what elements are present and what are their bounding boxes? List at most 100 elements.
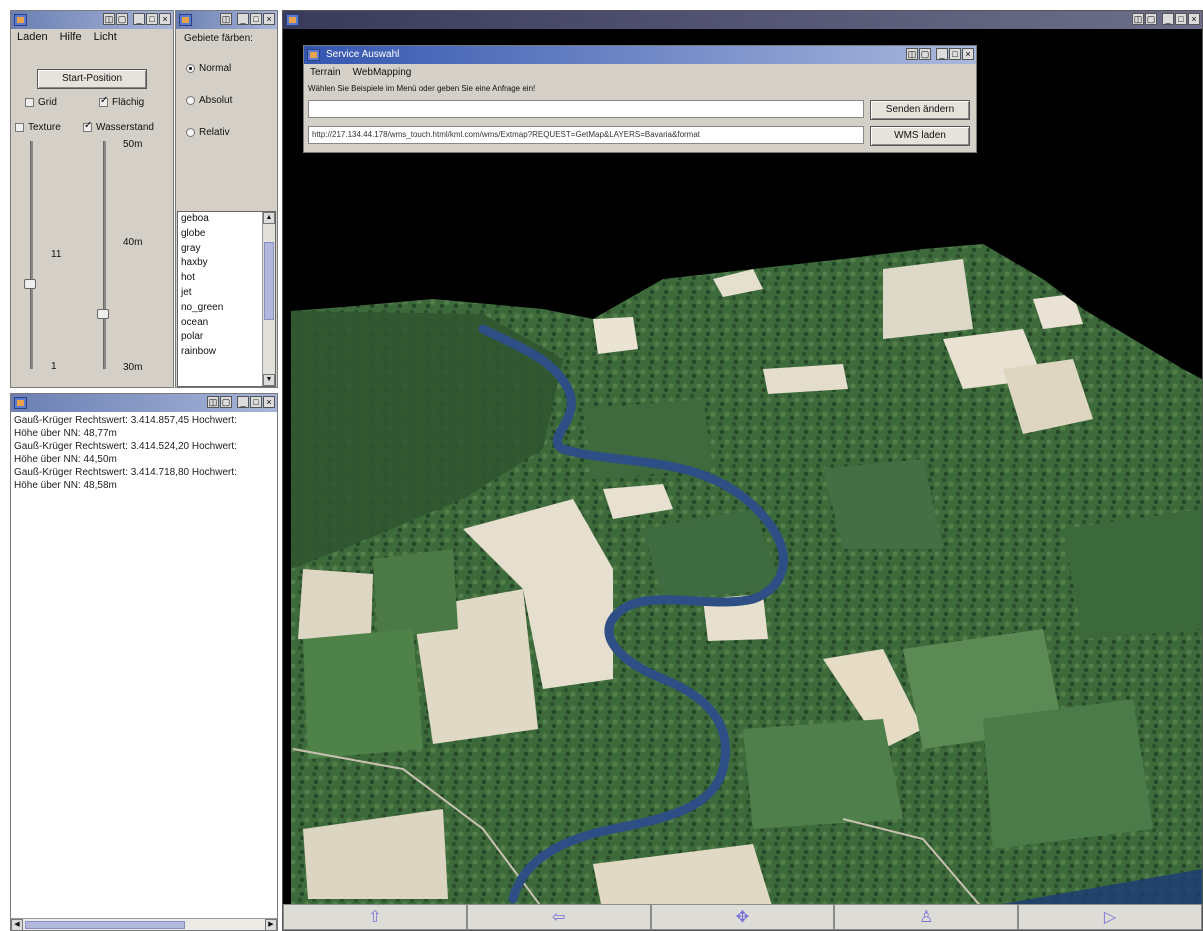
service-dialog-titlebar[interactable]: Service Auswahl ◫ ▢ _ □ × — [304, 46, 976, 64]
log-horizontal-scrollbar[interactable]: ◀ ▶ — [11, 918, 277, 931]
list-item[interactable]: globe — [178, 227, 275, 242]
coloring-heading: Gebiete färben: — [184, 33, 253, 44]
nav-up-button[interactable]: ♙ — [834, 904, 1019, 930]
list-item[interactable]: hot — [178, 271, 275, 286]
maximize-icon[interactable]: □ — [250, 13, 262, 25]
float-icon[interactable]: ◫ — [1132, 13, 1144, 25]
grid-check-icon — [25, 98, 34, 107]
maximize-icon[interactable]: □ — [146, 13, 158, 25]
menu-terrain[interactable]: Terrain — [310, 64, 341, 81]
nav-forward-button[interactable]: ⇧ — [283, 904, 467, 930]
water-level-slider-track[interactable] — [103, 141, 106, 369]
scroll-thumb[interactable] — [264, 242, 274, 320]
maximize-icon[interactable]: □ — [250, 396, 262, 408]
menu-webmapping[interactable]: WebMapping — [353, 64, 412, 81]
url-field[interactable]: http://217.134.44.178/wms_touch.html/kml… — [308, 126, 864, 144]
water-level-slider-thumb[interactable] — [97, 309, 109, 319]
water-label: Wasserstand — [96, 122, 154, 133]
float-icon[interactable]: ◫ — [207, 396, 219, 408]
list-item[interactable]: rainbow — [178, 345, 275, 360]
close-icon[interactable]: × — [1188, 13, 1200, 25]
coordinate-log[interactable]: Gauß-Krüger Rechtswert: 3.414.857,45 Hoc… — [11, 412, 277, 912]
start-position-button[interactable]: Start-Position — [37, 69, 147, 89]
float-icon[interactable]: ◫ — [103, 13, 115, 25]
scroll-left-icon[interactable]: ◀ — [11, 919, 23, 931]
close-icon[interactable]: × — [962, 48, 974, 60]
navigation-toolbar: ⇧ ⇦ ✥ ♙ ▷ — [283, 904, 1202, 930]
list-item[interactable]: gray — [178, 242, 275, 257]
radio-relativ-icon — [186, 128, 195, 137]
scroll-right-icon[interactable]: ▶ — [265, 919, 277, 931]
palette-list[interactable]: geboa globe gray haxby hot jet no_green … — [177, 211, 276, 387]
dock-icon[interactable]: ▢ — [1145, 13, 1157, 25]
dock-icon[interactable]: ▢ — [919, 48, 931, 60]
radio-relativ[interactable]: Relativ — [186, 127, 230, 138]
dock-icon[interactable]: ▢ — [116, 13, 128, 25]
list-item[interactable]: no_green — [178, 301, 275, 316]
radio-normal[interactable]: Normal — [186, 63, 231, 74]
nav-turn-left-button[interactable]: ⇦ — [466, 904, 651, 930]
drawing-checkbox[interactable]: Flächig — [99, 95, 144, 108]
log-titlebar[interactable]: ◫ ▢ _ □ × — [11, 394, 277, 412]
close-icon[interactable]: × — [263, 396, 275, 408]
dock-icon[interactable]: ▢ — [220, 396, 232, 408]
service-dialog: Service Auswahl ◫ ▢ _ □ × Terrain WebMap… — [303, 45, 977, 153]
grid-label: Grid — [38, 97, 57, 108]
minimize-icon[interactable]: _ — [237, 13, 249, 25]
nav-turn-right-button[interactable]: ▷ — [1018, 904, 1202, 930]
menu-licht[interactable]: Licht — [94, 29, 117, 46]
log-line: Gauß-Krüger Rechtswert: 3.414.718,80 Hoc… — [14, 467, 237, 478]
exaggeration-slider-track[interactable] — [30, 141, 33, 369]
java-app-icon — [307, 49, 320, 61]
close-icon[interactable]: × — [159, 13, 171, 25]
scroll-up-icon[interactable]: ▲ — [263, 212, 275, 224]
exaggeration-min-label: 1 — [51, 361, 57, 372]
viewer-titlebar[interactable]: ◫ ▢ _ □ × — [283, 11, 1202, 29]
list-item[interactable]: polar — [178, 330, 275, 345]
minimize-icon[interactable]: _ — [936, 48, 948, 60]
terrain-3d-view[interactable] — [283, 29, 1202, 904]
java-app-icon — [179, 14, 192, 26]
settings-menubar: Laden Hilfe Licht — [11, 29, 173, 46]
water-level-checkbox[interactable]: Wasserstand — [83, 120, 154, 133]
exaggeration-slider-thumb[interactable] — [24, 279, 36, 289]
load-wms-button[interactable]: WMS laden — [870, 126, 970, 146]
java-app-icon — [14, 14, 27, 26]
minimize-icon[interactable]: _ — [1162, 13, 1174, 25]
radio-absolut[interactable]: Absolut — [186, 95, 232, 106]
log-line: Gauß-Krüger Rechtswert: 3.414.857,45 Hoc… — [14, 415, 237, 426]
exaggeration-mid-label: 11 — [51, 249, 62, 260]
minimize-icon[interactable]: _ — [237, 396, 249, 408]
water-min-label: 30m — [123, 362, 143, 373]
service-instruction: Wählen Sie Beispiele im Menü oder geben … — [308, 84, 536, 93]
scroll-thumb[interactable] — [25, 921, 185, 929]
menu-laden[interactable]: Laden — [17, 29, 48, 46]
service-menubar: Terrain WebMapping — [304, 64, 976, 81]
radio-normal-label: Normal — [199, 63, 232, 74]
minimize-icon[interactable]: _ — [133, 13, 145, 25]
coloring-titlebar[interactable]: ◫ _ □ × — [176, 11, 277, 29]
log-line: Höhe über NN: 48,58m — [14, 480, 117, 491]
nav-move-button[interactable]: ✥ — [650, 904, 835, 930]
texture-checkbox[interactable]: Texture — [15, 122, 61, 133]
list-item[interactable]: haxby — [178, 256, 275, 271]
list-item[interactable]: jet — [178, 286, 275, 301]
list-item[interactable]: ocean — [178, 316, 275, 331]
float-icon[interactable]: ◫ — [906, 48, 918, 60]
radio-absolut-label: Absolut — [199, 95, 233, 106]
settings-titlebar[interactable]: ◫ ▢ _ □ × — [11, 11, 173, 29]
list-item[interactable]: geboa — [178, 212, 275, 227]
drawing-check-icon — [99, 95, 108, 107]
grid-checkbox[interactable]: Grid — [25, 97, 57, 108]
forward-arrow-icon: ⇧ — [368, 909, 382, 926]
menu-hilfe[interactable]: Hilfe — [60, 29, 82, 46]
close-icon[interactable]: × — [263, 13, 275, 25]
query-input[interactable] — [308, 100, 864, 118]
scroll-down-icon[interactable]: ▼ — [263, 374, 275, 386]
send-change-button[interactable]: Senden ändern — [870, 100, 970, 120]
float-icon[interactable]: ◫ — [220, 13, 232, 25]
service-dialog-title: Service Auswahl — [326, 49, 400, 60]
palette-scrollbar[interactable]: ▲ ▼ — [262, 212, 275, 386]
maximize-icon[interactable]: □ — [1175, 13, 1187, 25]
maximize-icon[interactable]: □ — [949, 48, 961, 60]
